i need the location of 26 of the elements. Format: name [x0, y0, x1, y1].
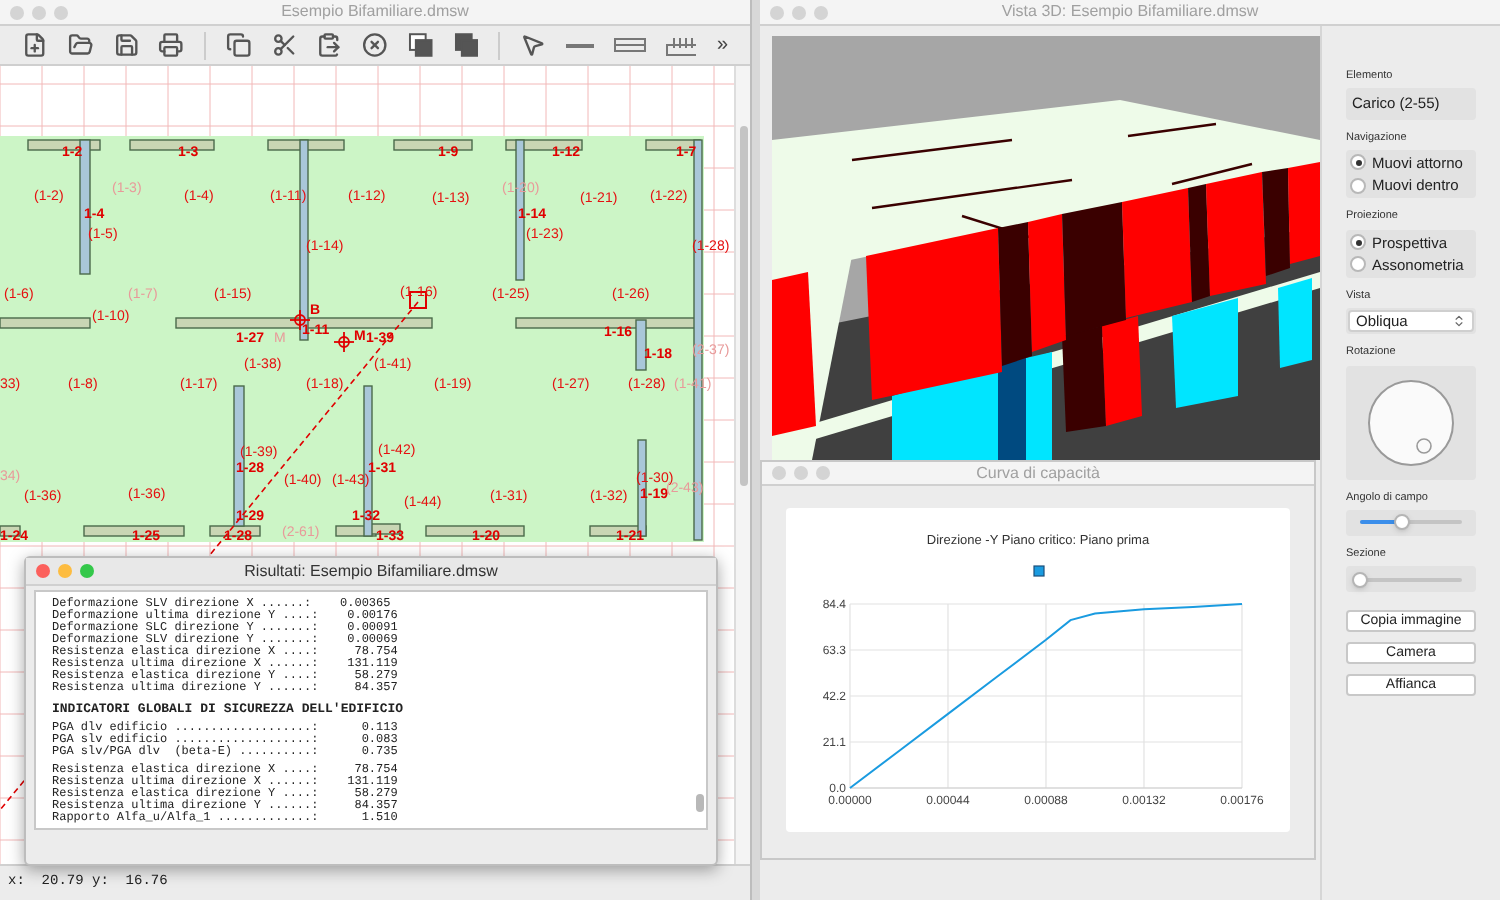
- paste-icon[interactable]: [316, 32, 343, 58]
- printer-icon[interactable]: [158, 32, 184, 58]
- scrollbar-thumb[interactable]: [695, 794, 703, 812]
- legend-marker: [1033, 565, 1045, 577]
- window-title: Risultati: Esempio Bifamiliare.dmsw: [244, 563, 498, 579]
- 3d-building-drawing[interactable]: [772, 36, 1320, 460]
- window-title: Vista 3D: Esempio Bifamiliare.dmsw: [1001, 4, 1259, 20]
- scissors-icon[interactable]: [271, 32, 297, 58]
- rotation-knob[interactable]: [1366, 377, 1456, 467]
- double-line-icon[interactable]: [613, 38, 646, 52]
- back-square-icon[interactable]: [453, 32, 479, 58]
- close-button[interactable]: [36, 564, 50, 578]
- save-icon[interactable]: [113, 32, 139, 58]
- delete-icon[interactable]: [362, 32, 388, 58]
- front-square-icon[interactable]: [407, 32, 434, 58]
- copy-icon[interactable]: [225, 32, 252, 58]
- window-title: Curva di capacità: [976, 465, 1100, 481]
- beam-icon[interactable]: [665, 35, 697, 55]
- zoom-button[interactable]: [80, 564, 94, 578]
- chevron-icon: [1452, 314, 1466, 329]
- new-file-icon[interactable]: [22, 32, 48, 58]
- more-tools-button[interactable]: »: [716, 30, 728, 60]
- folder-icon[interactable]: [67, 32, 93, 58]
- window-title: Esempio Bifamiliare.dmsw: [281, 4, 469, 20]
- pointer-icon[interactable]: [520, 32, 547, 58]
- scrollbar-thumb[interactable]: [739, 126, 747, 486]
